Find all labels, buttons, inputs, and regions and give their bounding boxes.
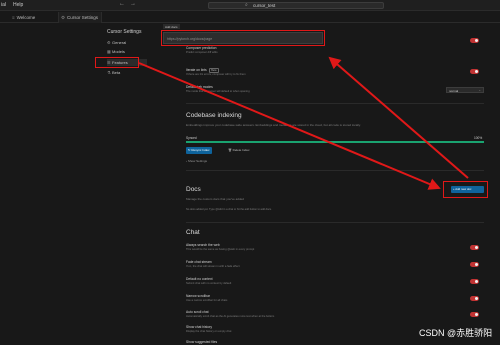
- iterate-lints-desc: If there are lint errors, composer will …: [186, 73, 246, 76]
- annotation-box-features-nav: [95, 57, 139, 68]
- chat-row-title: Fade chat stream: [186, 260, 212, 264]
- nav-item-beta[interactable]: ⚗Beta: [107, 69, 147, 76]
- menu-item-help[interactable]: Help: [13, 2, 23, 8]
- nav-item-label: General: [112, 40, 127, 45]
- iterate-lints-label: Iterate on lints: [186, 68, 207, 72]
- workspace-name: cursor_test: [253, 3, 276, 8]
- chat-row-title: Show suggested files: [186, 340, 218, 344]
- gear-icon: ⚙: [61, 15, 66, 20]
- chat-row-title: Default no context: [186, 277, 213, 281]
- default-mode-select[interactable]: normal ⌄: [446, 87, 484, 93]
- auto-scroll-chat-toggle[interactable]: [470, 312, 479, 317]
- delete-index-button[interactable]: 🗑 Delete Index: [228, 147, 250, 154]
- composer-prediction-toggle[interactable]: [470, 38, 479, 43]
- iterate-lints-toggle[interactable]: [470, 69, 479, 74]
- nav-item-label: Beta: [112, 70, 121, 75]
- nav-item-models[interactable]: ▦Models: [107, 48, 147, 55]
- chat-row-title: Show chat history: [186, 325, 213, 329]
- tab-cursor-settings[interactable]: ⚙ Cursor Settings: [58, 12, 102, 23]
- add-doc-badge: Add docs: [163, 24, 180, 29]
- search-icon: ⌕: [245, 2, 248, 8]
- default-no-context-toggle[interactable]: [470, 279, 479, 284]
- menu-item-view[interactable]: ial: [1, 2, 6, 8]
- default-tab-mode-title: Default tab modes: [186, 85, 213, 89]
- forward-arrow-icon[interactable]: →: [130, 1, 136, 7]
- default-tab-mode-desc: The mode that composer will default to w…: [186, 90, 250, 93]
- docs-title: Docs: [186, 186, 201, 193]
- show-settings-label: Show Settings: [187, 159, 208, 163]
- tab-label: Cursor Settings: [67, 15, 99, 20]
- annotation-arrows: [138, 56, 469, 190]
- settings-nav-title: Cursor Settings: [107, 29, 142, 35]
- chat-row-desc: This would be the same as having @web in…: [186, 248, 255, 251]
- codebase-indexing-title: Codebase indexing: [186, 112, 242, 119]
- resync-index-button[interactable]: ↻ Resync Index: [186, 147, 212, 154]
- title-bar: ial Help ← → ⌕ cursor_test: [0, 0, 500, 11]
- divider: [186, 222, 484, 223]
- chat-row-desc: If on, the chat will stream in with a fa…: [186, 265, 240, 268]
- codebase-indexing-desc: Embeddings improve your codebase-wide an…: [186, 123, 361, 127]
- chat-row-desc: Use a narrow scrollbar for all chats: [186, 299, 228, 302]
- default-mode-value: normal: [449, 88, 459, 93]
- index-progress-fill: [186, 141, 484, 143]
- narrow-scrollbar-toggle[interactable]: [470, 296, 479, 301]
- arrow-add-doc-to-input: [328, 56, 469, 179]
- docs-empty-text: No docs added yet. Type @Add in a chat o…: [186, 208, 272, 211]
- back-arrow-icon[interactable]: ←: [119, 1, 125, 7]
- nav-item-general[interactable]: ⚙General: [107, 39, 147, 46]
- always-search-web-toggle[interactable]: [470, 245, 479, 250]
- chat-row-desc: Automatically scroll chat as the AI gene…: [186, 315, 275, 318]
- editor-tab-bar: ≡ Welcome ⚙ Cursor Settings: [0, 12, 500, 23]
- docs-desc: Manage the custom docs that you've added: [186, 197, 244, 201]
- divider: [186, 170, 484, 171]
- chat-row-title: Narrow scrollbar: [186, 294, 210, 298]
- chat-row-title: Auto scroll chat: [186, 310, 209, 314]
- show-settings-link[interactable]: › Show Settings: [186, 159, 207, 163]
- tab-label: Welcome: [16, 15, 36, 20]
- composer-prediction-title: Composer prediction: [186, 46, 217, 50]
- annotation-box-url-input: [161, 30, 325, 46]
- file-icon: ≡: [12, 15, 15, 20]
- annotation-box-add-doc: [443, 181, 488, 198]
- settings-nav: Cursor Settings ⚙General ▦Models ☰Featur…: [102, 24, 166, 345]
- watermark: CSDN @赤胜骄阳: [419, 328, 493, 338]
- divider: [186, 103, 484, 104]
- fade-chat-stream-toggle[interactable]: [470, 262, 479, 267]
- index-progress-bar: [186, 141, 484, 143]
- chevron-down-icon: ⌄: [478, 88, 481, 92]
- command-search-box[interactable]: ⌕ cursor_test: [208, 2, 384, 9]
- index-status: Synced: [186, 136, 197, 140]
- tab-welcome[interactable]: ≡ Welcome: [12, 12, 58, 23]
- chat-row-title: Always search the web: [186, 243, 220, 247]
- delete-index-label: Delete Index: [232, 148, 250, 152]
- chat-row-desc: Submit chat with no context by default: [186, 282, 232, 285]
- resync-index-label: Resync Index: [191, 148, 210, 152]
- nav-item-label: Models: [112, 49, 125, 54]
- index-progress-percent: 100%: [474, 136, 483, 140]
- chat-title: Chat: [186, 229, 200, 236]
- composer-prediction-desc: Predict composer diff edits: [186, 51, 218, 54]
- chat-row-desc: Display the chat history on empty chat: [186, 330, 232, 333]
